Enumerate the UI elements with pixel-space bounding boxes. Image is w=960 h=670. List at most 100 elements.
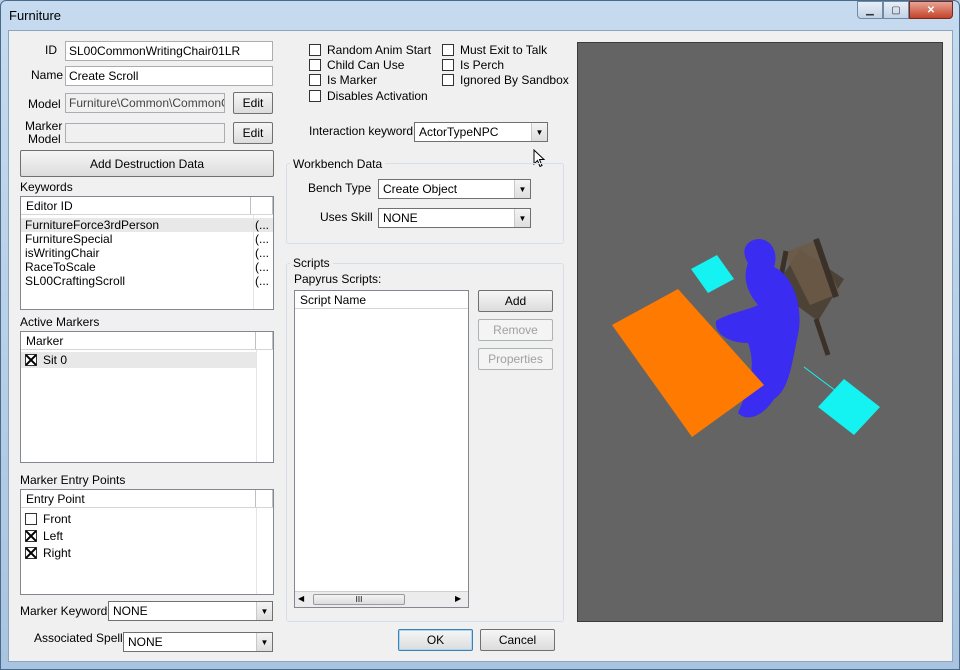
flag-ignored-by-sandbox[interactable]: Ignored By Sandbox bbox=[442, 73, 569, 87]
id-field[interactable]: SL00CommonWritingChair01LR bbox=[65, 41, 273, 61]
maximize-icon[interactable]: ▢ bbox=[883, 1, 909, 19]
keywords-list[interactable]: Editor ID FurnitureForce3rdPerson (... Fu… bbox=[20, 196, 274, 310]
close-icon[interactable]: ✕ bbox=[909, 1, 953, 19]
checkbox[interactable] bbox=[442, 59, 454, 71]
keyword-extra: (... bbox=[255, 246, 269, 260]
entry-point-checkbox[interactable] bbox=[25, 547, 37, 559]
chevron-down-icon[interactable]: ▼ bbox=[531, 123, 547, 141]
flag-child-can-use[interactable]: Child Can Use bbox=[309, 58, 404, 72]
model-edit-button[interactable]: Edit bbox=[233, 92, 273, 114]
uses-skill-label: Uses Skill bbox=[320, 210, 373, 224]
chevron-down-icon[interactable]: ▼ bbox=[514, 180, 530, 198]
keyword-row[interactable]: RaceToScale (... bbox=[21, 260, 273, 274]
scripts-title: Scripts bbox=[290, 256, 333, 270]
entry-points-list[interactable]: Entry Point Front Left Right bbox=[20, 489, 274, 595]
uses-skill-select[interactable]: NONE ▼ bbox=[378, 208, 531, 228]
marker-model-edit-button[interactable]: Edit bbox=[233, 122, 273, 144]
add-destruction-data-button[interactable]: Add Destruction Data bbox=[20, 150, 274, 177]
keyword-row[interactable]: SL00CraftingScroll (... bbox=[21, 274, 273, 288]
associated-spell-select[interactable]: NONE ▼ bbox=[123, 632, 273, 652]
bench-type-label: Bench Type bbox=[308, 181, 372, 195]
flag-label: Is Perch bbox=[460, 58, 505, 72]
keyword-extra: (... bbox=[255, 232, 269, 246]
checkbox[interactable] bbox=[442, 74, 454, 86]
entry-point-row[interactable]: Front bbox=[21, 511, 71, 527]
entry-point-checkbox[interactable] bbox=[25, 513, 37, 525]
id-label: ID bbox=[45, 43, 57, 57]
entry-point-label: Front bbox=[43, 512, 72, 526]
marker-model-field bbox=[65, 123, 225, 143]
model-label: Model bbox=[28, 97, 61, 111]
associated-spell-label: Associated Spell bbox=[34, 631, 123, 645]
flag-label: Disables Activation bbox=[327, 89, 428, 103]
papyrus-scripts-label: Papyrus Scripts: bbox=[294, 272, 382, 286]
title-bar[interactable]: Furniture ▁ ▢ ✕ bbox=[1, 1, 959, 29]
entry-point-row[interactable]: Left bbox=[21, 528, 63, 544]
checkbox[interactable] bbox=[309, 90, 321, 102]
bench-type-value: Create Object bbox=[383, 182, 458, 196]
dialog-client: ID SL00CommonWritingChair01LR Name Creat… bbox=[8, 30, 953, 662]
keyword-extra: (... bbox=[255, 274, 269, 288]
flag-random-anim-start[interactable]: Random Anim Start bbox=[309, 43, 431, 57]
keyword-extra: (... bbox=[255, 218, 269, 232]
marker-row[interactable]: Sit 0 bbox=[21, 352, 256, 368]
chevron-down-icon[interactable]: ▼ bbox=[256, 602, 272, 620]
entry-point-label: Right bbox=[43, 546, 72, 560]
bench-type-select[interactable]: Create Object ▼ bbox=[378, 179, 531, 199]
model-field: Furniture\Common\CommonChai bbox=[65, 93, 225, 113]
keyword-id: RaceToScale bbox=[25, 260, 96, 274]
scroll-left-icon[interactable]: ◀ bbox=[298, 594, 304, 603]
checkbox[interactable] bbox=[309, 44, 321, 56]
active-markers-list[interactable]: Marker Sit 0 bbox=[20, 331, 274, 463]
keyword-row[interactable]: FurnitureSpecial (... bbox=[21, 232, 273, 246]
marker-keyword-value: NONE bbox=[113, 604, 148, 618]
scripts-h-scrollbar[interactable]: ◀ III ▶ bbox=[295, 591, 468, 607]
active-markers-title: Active Markers bbox=[20, 315, 100, 329]
chair-leg bbox=[813, 318, 831, 356]
scripts-list[interactable]: Script Name ◀ III ▶ bbox=[294, 290, 469, 608]
checkbox[interactable] bbox=[309, 59, 321, 71]
keyword-row[interactable]: isWritingChair (... bbox=[21, 246, 273, 260]
flag-is-marker[interactable]: Is Marker bbox=[309, 73, 377, 87]
furniture-window: Furniture ▁ ▢ ✕ ID SL00CommonWritingChai… bbox=[0, 0, 960, 670]
cancel-button[interactable]: Cancel bbox=[480, 629, 555, 651]
preview-scene bbox=[612, 238, 880, 437]
keywords-title: Keywords bbox=[20, 180, 73, 194]
marker-keyword-select[interactable]: NONE ▼ bbox=[108, 601, 273, 621]
checkbox[interactable] bbox=[309, 74, 321, 86]
interaction-keyword-value: ActorTypeNPC bbox=[419, 125, 499, 139]
keywords-col-editor-id[interactable]: Editor ID bbox=[21, 197, 251, 214]
scroll-right-icon[interactable]: ▶ bbox=[455, 594, 461, 603]
associated-spell-value: NONE bbox=[128, 635, 163, 649]
add-script-button[interactable]: Add bbox=[478, 290, 553, 312]
keyword-row[interactable]: FurnitureForce3rdPerson (... bbox=[21, 218, 273, 232]
flag-must-exit-to-talk[interactable]: Must Exit to Talk bbox=[442, 43, 547, 57]
entry-points-col[interactable]: Entry Point bbox=[21, 490, 256, 507]
entry-marker-right bbox=[818, 379, 880, 435]
keyword-id: isWritingChair bbox=[25, 246, 100, 260]
minimize-icon[interactable]: ▁ bbox=[857, 1, 883, 19]
flag-disables-activation[interactable]: Disables Activation bbox=[309, 89, 428, 103]
interaction-keyword-label: Interaction keyword bbox=[309, 124, 414, 138]
entry-point-checkbox[interactable] bbox=[25, 530, 37, 542]
scripts-col-name[interactable]: Script Name bbox=[295, 291, 468, 308]
uses-skill-value: NONE bbox=[383, 211, 418, 225]
interaction-keyword-select[interactable]: ActorTypeNPC ▼ bbox=[414, 122, 548, 142]
chevron-down-icon[interactable]: ▼ bbox=[514, 209, 530, 227]
entry-point-label: Left bbox=[43, 529, 64, 543]
scroll-thumb[interactable]: III bbox=[313, 594, 405, 605]
marker-model-label-1: Marker bbox=[25, 119, 63, 133]
ok-button[interactable]: OK bbox=[398, 629, 473, 651]
marker-checkbox[interactable] bbox=[25, 354, 37, 366]
window-title: Furniture bbox=[9, 8, 62, 23]
name-field[interactable]: Create Scroll bbox=[65, 66, 273, 86]
3d-preview-viewport[interactable] bbox=[577, 42, 943, 622]
checkbox[interactable] bbox=[442, 44, 454, 56]
entry-point-row[interactable]: Right bbox=[21, 545, 71, 561]
chevron-down-icon[interactable]: ▼ bbox=[256, 633, 272, 651]
workbench-title: Workbench Data bbox=[290, 157, 386, 171]
keywords-col-extra[interactable] bbox=[251, 197, 273, 214]
flag-is-perch[interactable]: Is Perch bbox=[442, 58, 504, 72]
marker-keyword-label: Marker Keyword bbox=[20, 604, 108, 618]
active-markers-col-marker[interactable]: Marker bbox=[21, 332, 256, 349]
